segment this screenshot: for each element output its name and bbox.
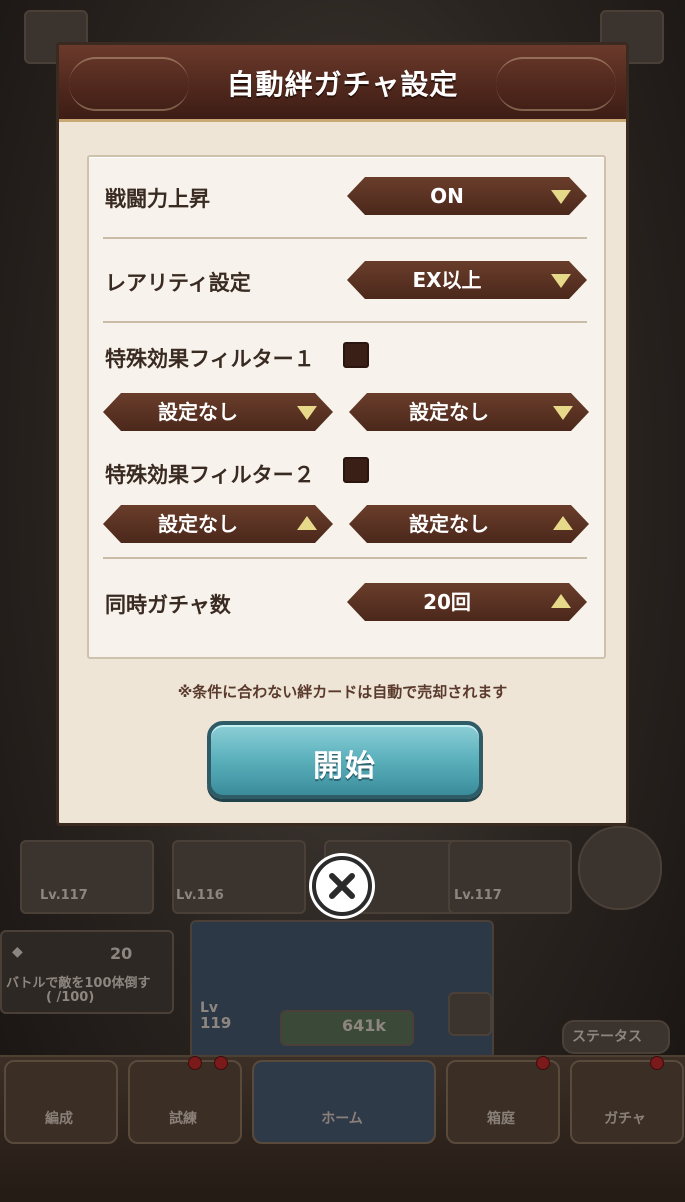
card-level-1: Lv.117 (40, 888, 88, 903)
battle-power-select[interactable]: ON (347, 177, 587, 215)
chevron-up-icon (551, 594, 571, 608)
filter2-left-value: 設定なし (158, 512, 238, 536)
nav-home (252, 1060, 436, 1144)
player-level: 119 (200, 1014, 232, 1032)
filter2-checkbox[interactable] (343, 457, 369, 483)
filter1-left-value: 設定なし (158, 400, 238, 424)
card-level-2: Lv.116 (176, 888, 224, 903)
notification-dot (650, 1056, 664, 1070)
status-button-label: ステータス (572, 1029, 642, 1045)
nav-label-formation: 編成 (45, 1111, 73, 1127)
filter1-checkbox[interactable] (343, 342, 369, 368)
dialog-header: 自動絆ガチャ設定 (59, 45, 626, 122)
notification-dot (188, 1056, 202, 1070)
close-button[interactable] (312, 856, 372, 916)
rarity-label: レアリティ設定 (105, 271, 251, 295)
chevron-down-icon (551, 190, 571, 204)
simultaneous-value: 20回 (423, 590, 471, 614)
side-character-icon (578, 826, 662, 910)
nav-label-home: ホーム (321, 1111, 363, 1127)
nav-label-gacha: ガチャ (604, 1111, 646, 1127)
chevron-up-icon (553, 516, 573, 530)
filter2-label: 特殊効果フィルター２ (105, 463, 315, 487)
filter2-right-select[interactable]: 設定なし (349, 505, 589, 543)
mission-text: バトルで敵を100体倒す (6, 976, 151, 991)
divider (103, 237, 587, 239)
filter1-label: 特殊効果フィルター１ (105, 347, 315, 371)
chevron-down-icon (297, 406, 317, 420)
nav-gacha (570, 1060, 684, 1144)
filter2-left-select[interactable]: 設定なし (103, 505, 333, 543)
gear-icon (448, 992, 492, 1036)
settings-panel: 戦闘力上昇 ON レアリティ設定 EX以上 特殊効果フィルター１ 設定なし 設定… (87, 155, 606, 659)
chevron-up-icon (297, 516, 317, 530)
filter1-left-select[interactable]: 設定なし (103, 393, 333, 431)
chevron-down-icon (551, 274, 571, 288)
start-button[interactable]: 開始 (207, 721, 483, 799)
nav-formation (4, 1060, 118, 1144)
rarity-select[interactable]: EX以上 (347, 261, 587, 299)
start-button-label: 開始 (313, 749, 377, 784)
mission-progress: ( /100) (46, 990, 95, 1005)
auto-sell-notice: ※条件に合わない絆カードは自動で売却されます (177, 683, 508, 701)
nav-garden (446, 1060, 560, 1144)
battle-power-label: 戦闘力上昇 (105, 187, 210, 211)
nav-trial (128, 1060, 242, 1144)
nav-label-trial: 試練 (169, 1111, 197, 1127)
notification-dot (536, 1056, 550, 1070)
auto-gacha-settings-dialog: 自動絆ガチャ設定 戦闘力上昇 ON レアリティ設定 EX以上 特殊効果フィルター… (56, 42, 629, 826)
gem-count: 20 (110, 944, 133, 963)
power-value: 641k (342, 1016, 387, 1035)
gem-icon: ◆ (12, 944, 23, 960)
notification-dot (214, 1056, 228, 1070)
filter1-right-value: 設定なし (409, 400, 489, 424)
simultaneous-label: 同時ガチャ数 (105, 593, 231, 617)
card-level-3: Lv.117 (454, 888, 502, 903)
dialog-title: 自動絆ガチャ設定 (226, 68, 459, 101)
divider (103, 321, 587, 323)
filter2-right-value: 設定なし (409, 512, 489, 536)
filter1-right-select[interactable]: 設定なし (349, 393, 589, 431)
rarity-value: EX以上 (412, 268, 482, 292)
close-icon (329, 873, 355, 899)
chevron-down-icon (553, 406, 573, 420)
battle-power-value: ON (430, 184, 464, 208)
simultaneous-select[interactable]: 20回 (347, 583, 587, 621)
divider (103, 557, 587, 559)
nav-label-garden: 箱庭 (487, 1111, 515, 1127)
